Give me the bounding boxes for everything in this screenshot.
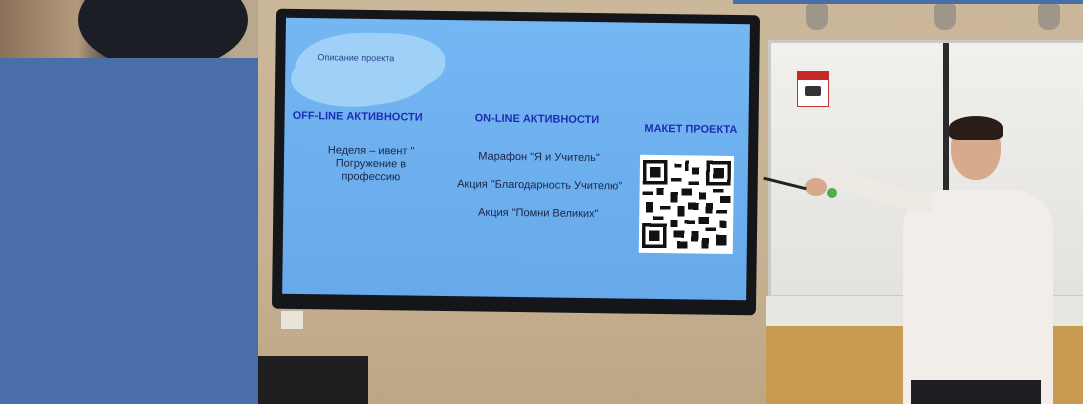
cloud-shape (294, 31, 434, 106)
desk (258, 356, 368, 404)
offline-heading: OFF-LINE АКТИВНОСТИ (292, 109, 423, 124)
video-border-strip (733, 0, 1083, 4)
offline-item: профессию (341, 170, 401, 184)
classroom-video: Описание проекта OFF-LINE АКТИВНОСТИ Нед… (258, 0, 1083, 404)
online-item: Акция "Благодарность Учителю" (457, 178, 623, 193)
participant-head (78, 0, 248, 58)
mockup-heading: МАКЕТ ПРОЕКТА (644, 122, 738, 137)
qr-code-icon (638, 154, 735, 255)
cloud-label: Описание проекта (317, 52, 395, 64)
presenter-shirt (903, 190, 1053, 404)
online-item: Марафон "Я и Учитель" (478, 150, 600, 165)
participant-webcam-tile (0, 0, 258, 58)
ceiling-lamp (806, 4, 828, 30)
wristband (827, 188, 837, 198)
tv-screen: Описание проекта OFF-LINE АКТИВНОСТИ Нед… (271, 8, 761, 316)
empty-video-panel (0, 58, 258, 404)
presentation-slide: Описание проекта OFF-LINE АКТИВНОСТИ Нед… (282, 17, 750, 301)
presenter (763, 116, 1083, 404)
presenter-pants (911, 380, 1041, 404)
camera-warning-sticker (797, 71, 829, 107)
presenter-hand (805, 178, 827, 196)
online-item: Акция "Помни Великих" (478, 206, 599, 221)
ceiling-lamp (1038, 4, 1060, 30)
ceiling-lamp (934, 4, 956, 30)
online-heading: ON-LINE АКТИВНОСТИ (474, 112, 600, 127)
presenter-hair (949, 116, 1003, 140)
wall-socket (280, 310, 304, 330)
